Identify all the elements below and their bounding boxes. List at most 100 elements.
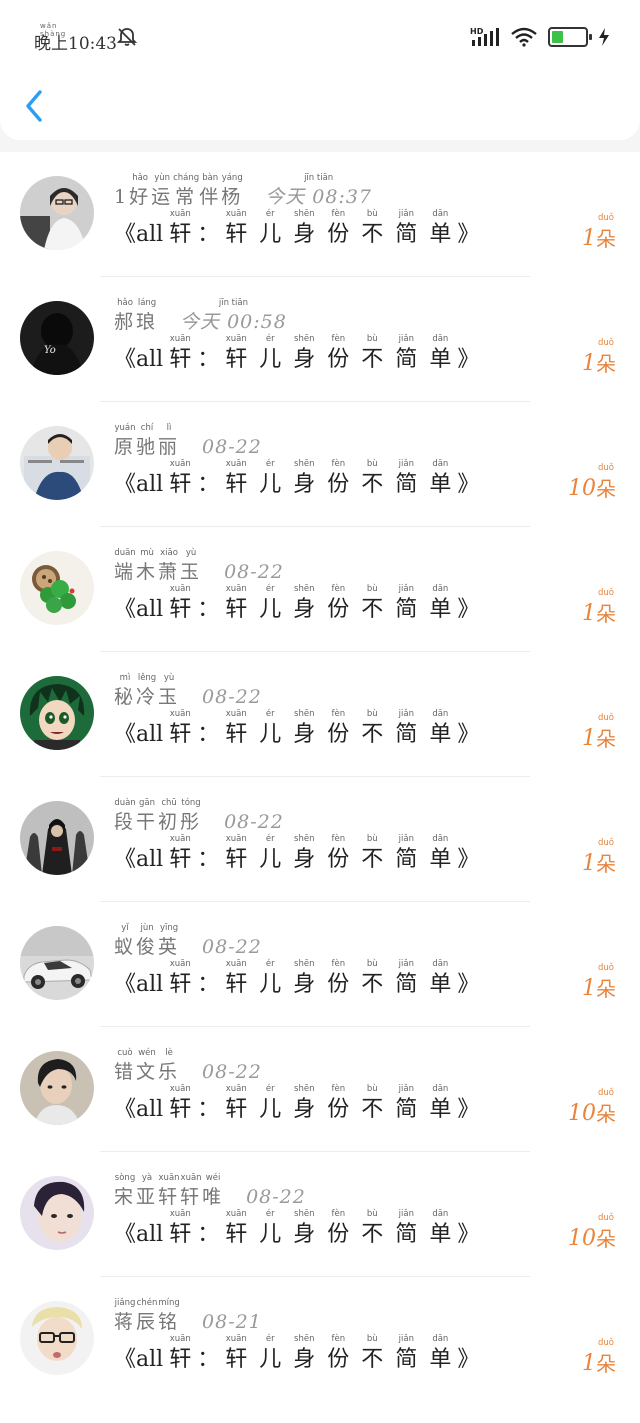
- book-title-char: 《all: [114, 1222, 164, 1247]
- avatar[interactable]: [20, 551, 94, 625]
- back-button[interactable]: [20, 86, 50, 126]
- book-title-char: bù 不: [361, 1208, 383, 1250]
- hanzi-text: 身: [293, 1097, 316, 1122]
- book-title[interactable]: 《all xuān 轩： xuān 轩 ér 儿 shēn 身 fèn 份 bù 不 jiǎn 简 dān 单》: [114, 704, 479, 750]
- hanzi-text: 轩: [225, 347, 248, 372]
- book-title-char: ér 儿: [259, 583, 281, 625]
- book-title-char: bù 不: [361, 333, 383, 375]
- list-item[interactable]: Yo hǎo 郝 láng 琅 jīn tiān 今天 00:58 《all xuān 轩： xuā…: [0, 277, 640, 402]
- book-title-char: jiǎn 简: [395, 833, 417, 875]
- pinyin-text: lěng: [137, 673, 157, 683]
- book-title-char: shēn 身: [293, 458, 315, 500]
- pinyin-text: shēn: [294, 834, 315, 844]
- hanzi-text: 朵: [596, 1102, 616, 1126]
- hanzi-text: 轩: [225, 722, 248, 747]
- avatar[interactable]: [20, 426, 94, 500]
- book-title-char: jiǎn 简: [395, 1083, 417, 1125]
- book-title-char: xuān 轩: [225, 1333, 247, 1375]
- avatar[interactable]: [20, 1176, 94, 1250]
- book-title[interactable]: 《all xuān 轩： xuān 轩 ér 儿 shēn 身 fèn 份 bù 不 jiǎn 简 dān 单》: [114, 1329, 479, 1375]
- status-icons: HD: [470, 26, 610, 48]
- avatar[interactable]: Yo: [20, 301, 94, 375]
- book-title[interactable]: 《all xuān 轩： xuān 轩 ér 儿 shēn 身 fèn 份 bù 不 jiǎn 简 dān 单》: [114, 954, 479, 1000]
- book-title[interactable]: 《all xuān 轩： xuān 轩 ér 儿 shēn 身 fèn 份 bù 不 jiǎn 简 dān 单》: [114, 829, 479, 875]
- book-title-char: 《all: [114, 222, 164, 247]
- book-title-char: ：: [197, 847, 220, 872]
- avatar[interactable]: [20, 1051, 94, 1125]
- signal-icon: HD: [470, 27, 500, 47]
- pinyin-text: wéi: [205, 1173, 221, 1183]
- hanzi-text: 儿: [259, 597, 282, 622]
- hanzi-text: 身: [293, 472, 316, 497]
- pinyin-text: xuān: [225, 834, 247, 844]
- list-item[interactable]: mì 秘 lěng 冷 yù 玉 08-22 《all xuān 轩： xuān 轩 ér 儿 shēn 身 f…: [0, 652, 640, 777]
- book-title[interactable]: 《all xuān 轩： xuān 轩 ér 儿 shēn 身 fèn 份 bù 不 jiǎn 简 dān 单》: [114, 204, 479, 250]
- book-title-char: ：: [197, 222, 220, 247]
- list-item[interactable]: duān 端 mù 木 xiāo 萧 yù 玉 08-22 《all xuān 轩： xuān 轩 ér 儿 s…: [0, 527, 640, 652]
- avatar[interactable]: [20, 1301, 94, 1375]
- hanzi-text: 不: [361, 222, 384, 247]
- book-title-char: 》: [457, 1097, 480, 1122]
- book-title-char: shēn 身: [293, 1208, 315, 1250]
- flower-count-number: 1: [582, 851, 596, 876]
- book-title[interactable]: 《all xuān 轩： xuān 轩 ér 儿 shēn 身 fèn 份 bù 不 jiǎn 简 dān 单》: [114, 1079, 479, 1125]
- hanzi-text: 单: [429, 1347, 452, 1372]
- pinyin-text: shēn: [294, 1334, 315, 1344]
- flower-count-number: 10: [568, 476, 596, 501]
- hanzi-text: 朵: [596, 352, 616, 376]
- book-title-char: xuān 轩: [225, 333, 247, 375]
- book-title-char: bù 不: [361, 458, 383, 500]
- book-title-char: 》: [457, 1347, 480, 1372]
- pinyin-text: fèn: [331, 1209, 346, 1219]
- flower-count-number: 10: [568, 1226, 596, 1251]
- avatar[interactable]: [20, 676, 94, 750]
- list-item[interactable]: yuán 原 chí 驰 lì 丽 08-22 《all xuān 轩： xuān 轩 ér 儿 shēn 身…: [0, 402, 640, 527]
- hanzi-text: 简: [395, 597, 418, 622]
- list-item[interactable]: jiǎng 蒋 chén 辰 míng 铭 08-21 《all xuān 轩： xuān 轩 ér 儿 s…: [0, 1277, 640, 1402]
- avatar[interactable]: [20, 801, 94, 875]
- pinyin-text: fèn: [331, 709, 346, 719]
- svg-text:Yo: Yo: [44, 345, 56, 356]
- book-title-char: 《all: [114, 597, 164, 622]
- book-title-char: shēn 身: [293, 333, 315, 375]
- list-item[interactable]: sòng 宋 yà 亚 xuān 轩 xuān 轩 wéi 唯 08-22 《all xuān 轩： xuā…: [0, 1152, 640, 1277]
- pinyin-text: dān: [432, 834, 449, 844]
- book-title-char: dān 单: [429, 583, 451, 625]
- book-title-char: 《all: [114, 472, 164, 497]
- pinyin-text: dān: [432, 209, 449, 219]
- book-title[interactable]: 《all xuān 轩： xuān 轩 ér 儿 shēn 身 fèn 份 bù 不 jiǎn 简 dān 单》: [114, 329, 479, 375]
- book-title[interactable]: 《all xuān 轩： xuān 轩 ér 儿 shēn 身 fèn 份 bù 不 jiǎn 简 dān 单》: [114, 1204, 479, 1250]
- avatar[interactable]: [20, 176, 94, 250]
- hanzi-text: 份: [327, 722, 350, 747]
- book-title-char: dān 单: [429, 833, 451, 875]
- hanzi-text: 不: [361, 1222, 384, 1247]
- pinyin-text: fèn: [331, 959, 346, 969]
- book-title-char: ：: [197, 472, 220, 497]
- book-title-char: bù 不: [361, 1333, 383, 1375]
- book-title[interactable]: 《all xuān 轩： xuān 轩 ér 儿 shēn 身 fèn 份 bù 不 jiǎn 简 dān 单》: [114, 579, 479, 625]
- hanzi-text: 简: [395, 1347, 418, 1372]
- flower-count: 1 duǒ 朵: [582, 1338, 616, 1379]
- hanzi-text: 朵: [596, 1227, 616, 1251]
- pinyin-text: jiǎn: [398, 1334, 414, 1344]
- hanzi-text: 身: [293, 1347, 316, 1372]
- pinyin-text: ér: [265, 834, 275, 844]
- hanzi-text: 不: [361, 972, 384, 997]
- pinyin-text: jiǎn: [398, 209, 414, 219]
- list-item[interactable]: yǐ 蚁 jùn 俊 yīng 英 08-22 《all xuān 轩： xuān 轩 ér 儿 shēn 身…: [0, 902, 640, 1027]
- hanzi-text: 轩: [169, 472, 192, 497]
- pinyin-text: xiāo: [160, 548, 178, 558]
- hanzi-text: 朵: [596, 852, 616, 876]
- avatar[interactable]: [20, 926, 94, 1000]
- book-title-char: bù 不: [361, 958, 383, 1000]
- hanzi-text: 轩: [169, 722, 192, 747]
- pinyin-text: hǎo: [132, 173, 148, 183]
- pinyin-text: chí: [140, 423, 154, 433]
- list-item[interactable]: duàn 段 gān 干 chū 初 tóng 彤 08-22 《all xuān 轩： xuān 轩 ér…: [0, 777, 640, 902]
- list-item[interactable]: cuò 错 wén 文 lè 乐 08-22 《all xuān 轩： xuān 轩 ér 儿 shēn 身 f…: [0, 1027, 640, 1152]
- book-title[interactable]: 《all xuān 轩： xuān 轩 ér 儿 shēn 身 fèn 份 bù 不 jiǎn 简 dān 单》: [114, 454, 479, 500]
- flower-count-number: 10: [568, 1101, 596, 1126]
- hanzi-text: 单: [429, 472, 452, 497]
- book-title-char: ：: [197, 1097, 220, 1122]
- list-item[interactable]: 1 hǎo 好 yùn 运 cháng 常 bàn 伴 yáng 杨 jīn tiān 今天 08:37…: [0, 152, 640, 277]
